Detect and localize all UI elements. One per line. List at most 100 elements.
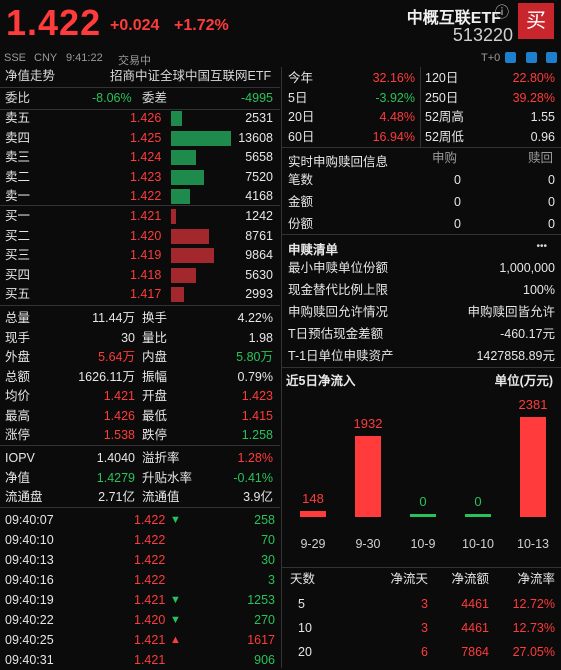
quote-header: 1.422 +0.024 +1.72% 中概互联ETF ⓘ 513220 买: [0, 0, 561, 52]
sell-order-price[interactable]: 1.425: [130, 129, 161, 148]
stat-label: 振幅: [142, 369, 168, 384]
trade-status: 交易中: [118, 55, 151, 67]
buy-order-label: 买四: [5, 267, 31, 282]
realtime-row-label: 金额: [288, 195, 314, 209]
tick-time: 09:40:25: [5, 633, 54, 647]
buy-order-price[interactable]: 1.420: [130, 227, 161, 246]
iopv-label: 流通盘: [5, 490, 43, 504]
perf-value: 0.96: [530, 129, 555, 144]
flow-row-netdays: 3: [421, 621, 428, 635]
menu-icon[interactable]: [546, 52, 557, 63]
exchange-label: SSE: [4, 52, 27, 64]
stat-value: 0.79%: [237, 369, 273, 384]
perf-label: 20日: [288, 110, 315, 124]
creation-row-label: T-1日单位申赎资产: [288, 349, 394, 363]
inflow-bar: [355, 435, 381, 517]
creation-row-value: -460.17元: [500, 327, 555, 341]
settlement-label: T+0: [481, 52, 501, 64]
buy-order-volume: 1242: [245, 209, 273, 223]
sell-order-volume-bar: [171, 130, 231, 146]
stat-label: 总额: [5, 369, 31, 384]
tick-price: 1.422: [134, 553, 166, 567]
sell-order-volume-bar: [171, 169, 204, 185]
buy-order-price[interactable]: 1.417: [130, 285, 161, 304]
realtime-subscribe-value: 0: [454, 195, 461, 209]
sell-order-label: 卖一: [5, 189, 31, 203]
sell-order-price[interactable]: 1.422: [130, 187, 161, 206]
sell-order-label: 卖二: [5, 169, 31, 184]
stat-value: 4.22%: [237, 311, 273, 325]
creation-row-value: 100%: [523, 283, 555, 297]
buy-order-price[interactable]: 1.419: [130, 246, 161, 265]
tick-volume: 70: [261, 533, 275, 547]
tick-time: 09:40:22: [5, 613, 54, 627]
perf-value: 16.94%: [372, 129, 415, 144]
inflow-bar: [300, 510, 326, 517]
inflow-value: 0: [419, 494, 427, 509]
stat-label: 跌停: [142, 428, 168, 442]
tick-volume: 906: [254, 653, 275, 667]
info-icon[interactable]: ⓘ: [495, 5, 509, 19]
last-price: 1.422: [6, 2, 102, 43]
iopv-value: -0.41%: [233, 470, 273, 485]
sell-order-volume: 4168: [245, 189, 273, 203]
stat-value: 1.426: [103, 408, 135, 423]
buy-order-price[interactable]: 1.421: [130, 207, 161, 226]
realtime-subscribe-value: 0: [454, 173, 461, 187]
realtime-redeem-value: 0: [548, 217, 555, 231]
tick-price: 1.422: [134, 573, 166, 587]
flow-header-days: 天数: [290, 572, 316, 586]
stat-value: 11.44万: [92, 311, 135, 325]
tick-volume: 258: [254, 513, 275, 527]
link-icon[interactable]: [505, 52, 516, 63]
buy-order-label: 买三: [5, 248, 31, 262]
tick-price: 1.422: [134, 533, 166, 547]
creation-row-label: 最小申赎单位份额: [288, 261, 389, 275]
tick-time: 09:40:31: [5, 653, 54, 667]
buy-order-volume: 5630: [245, 267, 273, 282]
buy-button[interactable]: 买: [518, 3, 554, 39]
inflow-date: 9-29: [300, 537, 326, 551]
perf-value: -3.92%: [375, 90, 415, 105]
sell-order-price[interactable]: 1.423: [130, 168, 161, 187]
weibi-label: 委比: [5, 91, 31, 105]
buy-order-price[interactable]: 1.418: [130, 266, 161, 285]
iopv-label: 升贴水率: [142, 470, 193, 485]
left-panel: 净值走势 招商中证全球中国互联网ETF 委比 -8.06% 委差 -4995 卖…: [0, 67, 281, 668]
inflow-bar: [520, 417, 546, 517]
perf-label: 52周高: [425, 110, 464, 124]
realtime-col-redeem: 赎回: [528, 151, 554, 165]
more-icon[interactable]: •••: [536, 237, 547, 256]
tick-price: 1.422: [134, 513, 166, 527]
fund-code: 513220: [452, 25, 513, 45]
perf-value: 4.48%: [379, 110, 415, 124]
creation-row-value: 1427858.89元: [476, 349, 555, 363]
stat-value: 30: [121, 330, 135, 345]
right-panel: 实时申购赎回信息 申购 赎回 申赎清单 ••• 近5日净流入 单位(万元) 14…: [282, 67, 561, 668]
stat-label: 涨停: [5, 428, 31, 442]
perf-label: 60日: [288, 129, 315, 144]
inflow-bar: [465, 514, 491, 517]
stat-label: 量比: [142, 330, 168, 345]
price-change-pct: +1.72%: [174, 17, 229, 34]
buy-order-volume-bar: [171, 228, 209, 244]
tick-volume: 1253: [247, 593, 275, 607]
stat-label: 最低: [142, 408, 168, 423]
stat-value: 1.258: [241, 428, 273, 442]
inflow-value: 148: [302, 490, 324, 506]
quote-time: 9:41:22: [66, 52, 103, 64]
nav-trend-link[interactable]: 净值走势: [5, 67, 55, 86]
arrow-down-icon: ▼: [170, 514, 181, 526]
buy-order-volume: 8761: [245, 228, 273, 243]
realtime-redeem-value: 0: [548, 195, 555, 209]
iopv-value: 1.4279: [96, 470, 135, 485]
bell-icon[interactable]: [526, 52, 537, 63]
arrow-up-icon: ▲: [170, 634, 181, 646]
sell-order-price[interactable]: 1.424: [130, 148, 161, 167]
tick-price: 1.421: [134, 593, 166, 607]
flow-row-amount: 7864: [461, 645, 489, 659]
sell-order-price[interactable]: 1.426: [130, 109, 161, 128]
tick-volume: 3: [268, 573, 275, 587]
weicha-label: 委差: [142, 91, 168, 105]
stat-value: 1.415: [241, 408, 273, 423]
